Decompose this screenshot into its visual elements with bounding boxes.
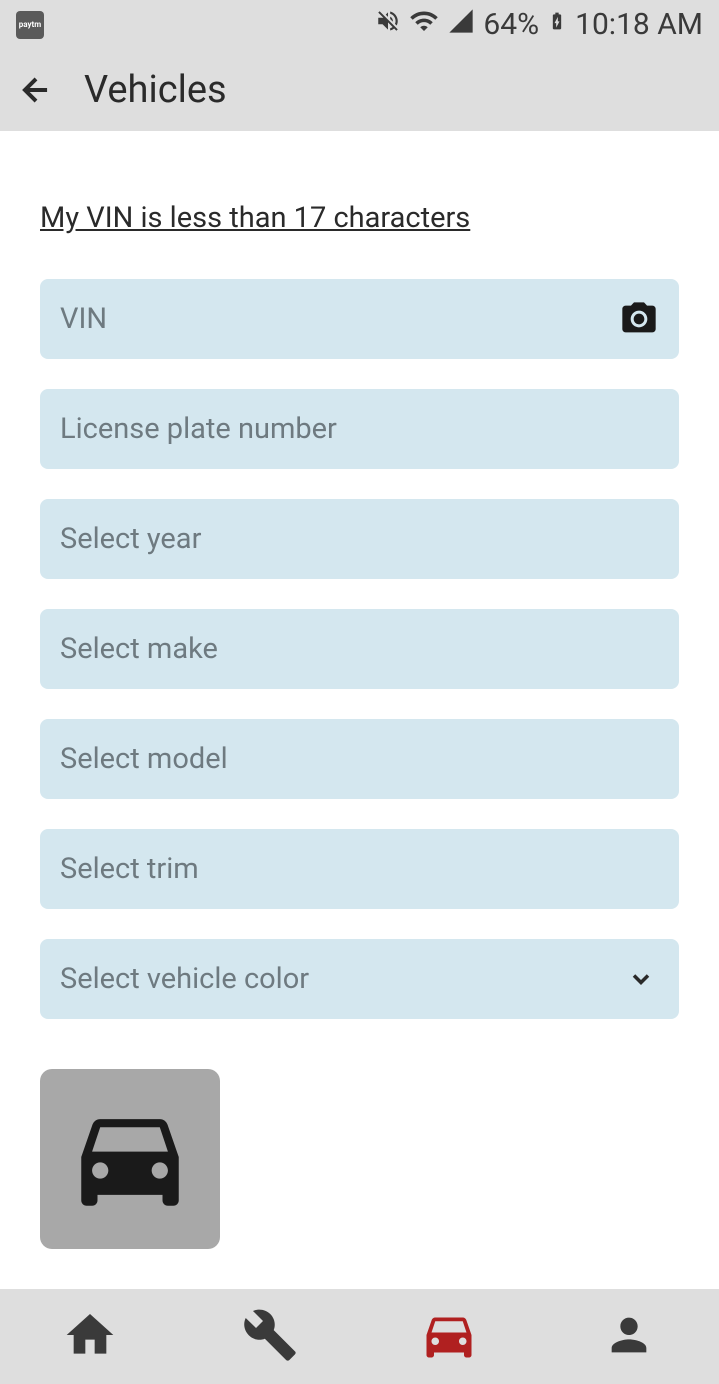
year-select[interactable]: Select year	[40, 499, 679, 579]
trim-placeholder: Select trim	[60, 852, 199, 886]
status-right: 64% 10:18 AM	[375, 6, 703, 43]
vin-less-than-17-link[interactable]: My VIN is less than 17 characters	[40, 201, 679, 235]
cell-signal-icon	[447, 7, 475, 42]
home-icon	[62, 1307, 118, 1367]
battery-percent: 64%	[483, 7, 539, 42]
make-placeholder: Select make	[60, 632, 218, 666]
vin-placeholder: VIN	[60, 302, 107, 336]
wifi-icon	[409, 6, 439, 43]
vin-input[interactable]: VIN	[40, 279, 679, 359]
color-select[interactable]: Select vehicle color	[40, 939, 679, 1019]
camera-icon[interactable]	[619, 299, 659, 339]
make-select[interactable]: Select make	[40, 609, 679, 689]
trim-select[interactable]: Select trim	[40, 829, 679, 909]
car-icon	[65, 1092, 195, 1226]
model-select[interactable]: Select model	[40, 719, 679, 799]
page-title: Vehicles	[84, 68, 227, 112]
mute-icon	[375, 8, 401, 41]
car-nav-icon	[419, 1305, 479, 1369]
license-placeholder: License plate number	[60, 412, 337, 446]
year-placeholder: Select year	[60, 522, 201, 556]
nav-tools[interactable]	[230, 1307, 310, 1367]
chevron-down-icon	[627, 965, 655, 993]
battery-charging-icon	[547, 6, 567, 43]
clock-time: 10:18 AM	[575, 7, 703, 42]
model-placeholder: Select model	[60, 742, 228, 776]
back-button[interactable]	[16, 70, 56, 110]
content-area: My VIN is less than 17 characters VIN Li…	[0, 131, 719, 1289]
app-header: Vehicles	[0, 49, 719, 131]
vehicle-image-placeholder[interactable]	[40, 1069, 220, 1249]
nav-profile[interactable]	[589, 1307, 669, 1367]
license-plate-input[interactable]: License plate number	[40, 389, 679, 469]
nav-home[interactable]	[50, 1307, 130, 1367]
app-notification-badge: paytm	[16, 11, 44, 39]
status-bar: paytm 64% 10:18 AM	[0, 0, 719, 49]
bottom-nav	[0, 1289, 719, 1384]
color-placeholder: Select vehicle color	[60, 962, 309, 996]
nav-vehicles[interactable]	[409, 1307, 489, 1367]
tools-icon	[242, 1307, 298, 1367]
status-left: paytm	[16, 11, 44, 39]
person-icon	[603, 1309, 655, 1365]
